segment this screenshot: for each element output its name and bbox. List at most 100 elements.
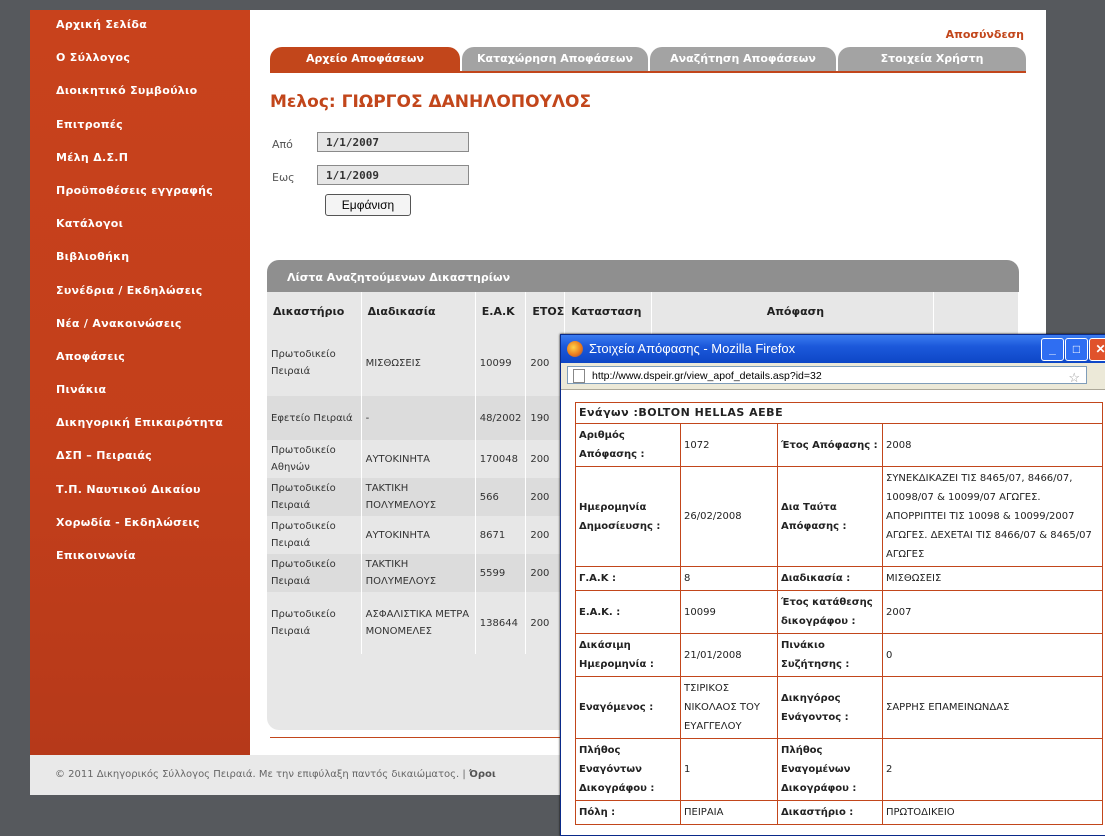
label-decision-number: Αριθμός Απόφασης : — [575, 423, 681, 467]
tab-decisions-archive[interactable]: Αρχείο Αποφάσεων — [270, 47, 460, 71]
address-bar: http://www.dspeir.gr/view_apof_details.a… — [561, 363, 1105, 390]
label-filing-year: Έτος κατάθεσης δικογράφου : — [777, 590, 883, 634]
label-hearing-date: Δικάσιμη Ημερομηνία : — [575, 633, 681, 677]
value-defendant: ΤΣΙΡΙΚΟΣ ΝΙΚΟΛΑΟΣ ΤΟΥ ΕΥΑΓΓΕΛΟΥ — [680, 676, 778, 739]
label-plaintiffs-count: Πλήθος Εναγόντων Δικογράφου : — [575, 738, 681, 801]
sidebar-item-maritime-law[interactable]: Τ.Π. Ναυτικού Δικαίου — [30, 475, 250, 508]
cell-year: 200 — [525, 516, 566, 554]
cell-eak: 170048 — [475, 440, 527, 478]
sidebar-item-dockets[interactable]: Πινάκια — [30, 375, 250, 408]
sidebar-item-registration[interactable]: Προϋποθέσεις εγγραφής — [30, 176, 250, 209]
cell-eak: 8671 — [475, 516, 527, 554]
value-filing-year: 2007 — [882, 590, 1103, 634]
logout-link[interactable]: Αποσύνδεση — [946, 28, 1024, 41]
sidebar-item-library[interactable]: Βιβλιοθήκη — [30, 242, 250, 275]
maximize-icon[interactable]: □ — [1065, 338, 1088, 361]
sidebar-item-committees[interactable]: Επιτροπές — [30, 110, 250, 143]
minimize-icon[interactable]: _ — [1041, 338, 1064, 361]
cell-eak: 10099 — [475, 330, 527, 396]
value-hearing-date: 21/01/2008 — [680, 633, 778, 677]
col-procedure: Διαδικασία — [361, 292, 476, 330]
sidebar-item-dsp-piraeus[interactable]: ΔΣΠ – Πειραιάς — [30, 441, 250, 474]
value-docket: 0 — [882, 633, 1103, 677]
cell-year: 200 — [525, 592, 566, 654]
sidebar-item-contact[interactable]: Επικοινωνία — [30, 541, 250, 574]
page-icon — [573, 369, 585, 383]
col-eak: Ε.Α.Κ — [475, 292, 527, 330]
url-text: http://www.dspeir.gr/view_apof_details.a… — [592, 370, 822, 382]
value-defendants-count: 2 — [882, 738, 1103, 801]
to-date-input[interactable] — [317, 165, 469, 185]
sidebar-item-association[interactable]: Ο Σύλλογος — [30, 43, 250, 76]
value-decision-year: 2008 — [882, 423, 1103, 467]
close-icon[interactable]: ✕ — [1089, 338, 1105, 361]
value-court: ΠΡΩΤΟΔΙΚΕΙΟ — [882, 800, 1103, 825]
firefox-icon — [567, 341, 583, 357]
show-button[interactable]: Εμφάνιση — [325, 194, 411, 216]
label-gak: Γ.Α.Κ : — [575, 566, 681, 591]
col-status: Κατασταση — [564, 292, 652, 330]
sidebar-item-choir[interactable]: Χορωδία - Εκδηλώσεις — [30, 508, 250, 541]
decision-details-window: Στοιχεία Απόφασης - Mozilla Firefox _ □ … — [560, 334, 1105, 836]
to-label: Εως — [272, 171, 295, 184]
sidebar-item-members[interactable]: Μέλη Δ.Σ.Π — [30, 143, 250, 176]
footer-copyright: © 2011 Δικηγορικός Σύλλογος Πειραιά. Με … — [55, 769, 466, 780]
cell-court: Πρωτοδικείο Πειραιά — [267, 592, 362, 654]
label-ruling: Δια Ταύτα Απόφασης : — [777, 466, 883, 567]
cell-procedure: ΑΥΤΟΚΙΝΗΤΑ — [361, 440, 476, 478]
cell-eak: 5599 — [475, 554, 527, 592]
label-defendants-count: Πλήθος Εναγομένων Δικογράφου : — [777, 738, 883, 801]
cell-procedure: ΤΑΚΤΙΚΗ ΠΟΛΥΜΕΛΟΥΣ — [361, 478, 476, 516]
col-court: Δικαστήριο — [267, 292, 362, 330]
cell-year: 200 — [525, 330, 566, 396]
label-eak: Ε.Α.Κ. : — [575, 590, 681, 634]
label-plaintiff-lawyer: Δικηγόρος Ενάγοντος : — [777, 676, 883, 739]
label-docket: Πινάκιο Συζήτησης : — [777, 633, 883, 677]
decision-details-table: Ενάγων :BOLTON HELLAS AEBE Αριθμός Απόφα… — [575, 402, 1103, 825]
results-title: Λίστα Αναζητούμενων Δικαστηρίων — [267, 260, 1019, 292]
cell-year: 200 — [525, 554, 566, 592]
tab-user-info[interactable]: Στοιχεία Χρήστη — [838, 47, 1026, 71]
cell-procedure: ΜΙΣΘΩΣΕΙΣ — [361, 330, 476, 396]
popup-title: Στοιχεία Απόφασης - Mozilla Firefox — [589, 341, 796, 356]
sidebar-item-decisions[interactable]: Αποφάσεις — [30, 342, 250, 375]
sidebar-item-news[interactable]: Νέα / Ανακοινώσεις — [30, 309, 250, 342]
col-year: ΕΤΟΣ — [525, 292, 566, 330]
sidebar-item-catalogs[interactable]: Κατάλογοι — [30, 209, 250, 242]
tab-search-decisions[interactable]: Αναζήτηση Αποφάσεων — [650, 47, 836, 71]
sidebar-nav: Αρχική Σελίδα Ο Σύλλογος Διοικητικό Συμβ… — [30, 10, 250, 755]
col-decision: Απόφαση — [651, 292, 934, 330]
from-date-input[interactable] — [317, 132, 469, 152]
cell-year: 200 — [525, 478, 566, 516]
footer-terms-link[interactable]: Όροι — [469, 769, 496, 780]
cell-court: Πρωτοδικείο Πειραιά — [267, 554, 362, 592]
value-city: ΠΕΙΡΑΙΑ — [680, 800, 778, 825]
value-plaintiff-lawyer: ΣΑΡΡΗΣ ΕΠΑΜΕΙΝΩΝΔΑΣ — [882, 676, 1103, 739]
cell-year: 190 — [525, 396, 566, 440]
cell-court: Πρωτοδικείο Πειραιά — [267, 330, 362, 396]
tab-underline — [270, 71, 1026, 73]
label-court: Δικαστήριο : — [777, 800, 883, 825]
value-publication-date: 26/02/2008 — [680, 466, 778, 567]
value-eak: 10099 — [680, 590, 778, 634]
member-title: Μελος: ΓΙΩΡΓΟΣ ΔΑΝΗΛΟΠΟΥΛΟΣ — [270, 92, 592, 112]
popup-titlebar[interactable]: Στοιχεία Απόφασης - Mozilla Firefox _ □ … — [561, 335, 1105, 363]
value-plaintiffs-count: 1 — [680, 738, 778, 801]
cell-eak: 138644 — [475, 592, 527, 654]
cell-year: 200 — [525, 440, 566, 478]
tab-enter-decisions[interactable]: Καταχώρηση Αποφάσεων — [462, 47, 648, 71]
cell-procedure: ΑΣΦΑΛΙΣΤΙΚΑ ΜΕΤΡΑ ΜΟΝΟΜΕΛΕΣ — [361, 592, 476, 654]
url-field[interactable]: http://www.dspeir.gr/view_apof_details.a… — [567, 366, 1087, 387]
bookmark-star-icon[interactable]: ☆ — [1068, 369, 1080, 387]
sidebar-item-legal-news[interactable]: Δικηγορική Επικαιρότητα — [30, 408, 250, 441]
sidebar-item-board[interactable]: Διοικητικό Συμβούλιο — [30, 76, 250, 109]
cell-procedure: - — [361, 396, 476, 440]
value-procedure: ΜΙΣΘΩΣΕΙΣ — [882, 566, 1103, 591]
sidebar-item-conferences[interactable]: Συνέδρια / Εκδηλώσεις — [30, 276, 250, 309]
sidebar-item-home[interactable]: Αρχική Σελίδα — [30, 10, 250, 43]
value-decision-number: 1072 — [680, 423, 778, 467]
label-city: Πόλη : — [575, 800, 681, 825]
cell-court: Πρωτοδικείο Πειραιά — [267, 478, 362, 516]
cell-eak: 566 — [475, 478, 527, 516]
label-defendant: Εναγόμενος : — [575, 676, 681, 739]
